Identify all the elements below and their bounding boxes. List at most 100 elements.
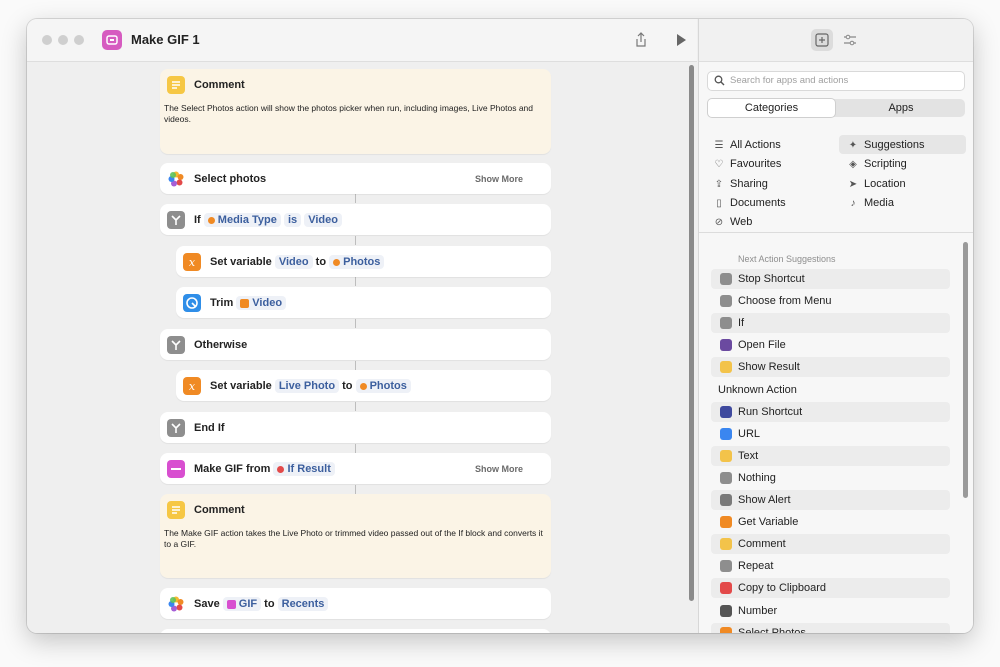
variable-name-token[interactable]: Video bbox=[274, 255, 313, 269]
category-label: Favourites bbox=[730, 158, 782, 170]
shortcut-icon[interactable] bbox=[102, 30, 122, 50]
list-icon: ☰ bbox=[714, 140, 724, 151]
category-web[interactable]: ⊘ Web bbox=[713, 216, 753, 228]
category-label: Scripting bbox=[864, 158, 907, 170]
category-scripting[interactable]: ◈ Scripting bbox=[847, 158, 907, 170]
share-icon[interactable] bbox=[631, 30, 651, 50]
comment-action[interactable]: Comment The Select Photos action will sh… bbox=[160, 69, 551, 154]
category-media[interactable]: ♪ Media bbox=[847, 197, 894, 209]
set-variable-action[interactable]: x Set variable Live Photo to Photos bbox=[176, 370, 551, 401]
show-more-button[interactable]: Show More bbox=[475, 464, 523, 474]
if-action[interactable]: If Media Type is Video bbox=[160, 204, 551, 235]
library-toggle-button[interactable] bbox=[811, 29, 833, 51]
category-label: Media bbox=[864, 197, 894, 209]
suggestion-item[interactable]: Copy to Clipboard bbox=[711, 578, 950, 598]
search-icon bbox=[714, 75, 725, 86]
condition-operator-token[interactable]: is bbox=[283, 213, 302, 227]
comment-icon bbox=[167, 76, 185, 94]
minimize-window-button[interactable] bbox=[58, 35, 68, 45]
suggestion-item[interactable]: Stop Shortcut bbox=[711, 269, 950, 289]
comment-text[interactable]: The Select Photos action will show the p… bbox=[164, 103, 545, 125]
suggestion-item[interactable]: Unknown Action bbox=[711, 380, 950, 400]
variable-icon bbox=[240, 298, 250, 308]
editor-pane: Make GIF 1 Comment The Select Photos act… bbox=[27, 19, 697, 633]
variable-name-token[interactable]: Live Photo bbox=[274, 379, 340, 393]
video-variable-token[interactable]: Video bbox=[236, 296, 287, 310]
heart-icon: ♡ bbox=[714, 159, 724, 170]
category-label: All Actions bbox=[730, 139, 781, 151]
select-photos-action[interactable]: Select photos Show More bbox=[160, 163, 551, 194]
run-play-icon[interactable] bbox=[671, 30, 691, 50]
photos-token-label: Photos bbox=[343, 256, 381, 268]
show-more-button[interactable]: Show More bbox=[475, 174, 523, 184]
suggestion-item[interactable]: Comment bbox=[711, 534, 950, 554]
trim-action[interactable]: Trim Video bbox=[176, 287, 551, 318]
zoom-window-button[interactable] bbox=[74, 35, 84, 45]
if-branch-icon bbox=[167, 419, 185, 437]
suggestion-label: Choose from Menu bbox=[738, 295, 832, 307]
album-token[interactable]: Recents bbox=[277, 597, 329, 611]
suggestion-item[interactable]: URL bbox=[711, 424, 950, 444]
next-action-card[interactable] bbox=[160, 629, 551, 633]
end-if-action[interactable]: End If bbox=[160, 412, 551, 443]
photos-token-label: Photos bbox=[369, 380, 407, 392]
comment-text[interactable]: The Make GIF action takes the Live Photo… bbox=[164, 528, 545, 550]
tab-categories[interactable]: Categories bbox=[708, 99, 835, 117]
suggestion-item[interactable]: If bbox=[711, 313, 950, 333]
connector bbox=[355, 361, 356, 370]
suggestion-item[interactable]: Get Variable bbox=[711, 512, 950, 532]
document-icon: ▯ bbox=[716, 198, 722, 209]
suggestion-item[interactable]: Choose from Menu bbox=[711, 291, 950, 311]
tab-apps[interactable]: Apps bbox=[837, 99, 965, 117]
category-favourites[interactable]: ♡ Favourites bbox=[713, 158, 782, 170]
close-window-button[interactable] bbox=[42, 35, 52, 45]
save-action[interactable]: Save GIF to Recents bbox=[160, 588, 551, 619]
photos-token[interactable]: Photos bbox=[355, 379, 411, 393]
editor-scrollbar-thumb[interactable] bbox=[689, 65, 694, 601]
set-variable-sentence: Set variable Video to Photos bbox=[210, 255, 385, 269]
compass-icon: ⊘ bbox=[714, 217, 724, 228]
suggestion-item[interactable]: Open File bbox=[711, 335, 950, 355]
action-canvas: Comment The Select Photos action will sh… bbox=[27, 62, 687, 633]
suggestion-item[interactable]: Repeat bbox=[711, 556, 950, 576]
connector bbox=[355, 402, 356, 411]
condition-value-token[interactable]: Video bbox=[304, 213, 342, 227]
library-scrollbar-thumb[interactable] bbox=[963, 242, 968, 498]
trim-keyword: Trim bbox=[210, 297, 234, 309]
action-library-pane: Search for apps and actions Categories A… bbox=[698, 19, 973, 633]
category-all-actions[interactable]: ☰ All Actions bbox=[713, 139, 781, 151]
set-variable-sentence: Set variable Live Photo to Photos bbox=[210, 379, 411, 393]
category-suggestions[interactable]: ✦ Suggestions bbox=[847, 139, 925, 151]
category-location[interactable]: ➤ Location bbox=[847, 178, 906, 190]
suggestion-item[interactable]: Run Shortcut bbox=[711, 402, 950, 422]
media-type-token[interactable]: Media Type bbox=[203, 213, 281, 227]
set-variable-action[interactable]: x Set variable Video to Photos bbox=[176, 246, 551, 277]
action-library-icon bbox=[815, 33, 829, 47]
if-branch-icon bbox=[167, 336, 185, 354]
gif-token-label: GIF bbox=[238, 598, 258, 610]
settings-sliders-icon[interactable] bbox=[841, 31, 859, 49]
category-sharing[interactable]: ⇪ Sharing bbox=[713, 178, 768, 190]
suggestion-item[interactable]: Select Photos bbox=[711, 623, 950, 633]
trim-sentence: Trim Video bbox=[210, 296, 287, 310]
gif-token[interactable]: GIF bbox=[222, 597, 262, 611]
if-result-icon bbox=[277, 465, 285, 473]
otherwise-action[interactable]: Otherwise bbox=[160, 329, 551, 360]
action-icon bbox=[720, 361, 732, 373]
search-input[interactable]: Search for apps and actions bbox=[707, 71, 965, 91]
category-documents[interactable]: ▯ Documents bbox=[713, 197, 786, 209]
suggestion-item[interactable]: Show Result bbox=[711, 357, 950, 377]
category-label: Documents bbox=[730, 197, 786, 209]
suggestion-item[interactable]: Text bbox=[711, 446, 950, 466]
trim-video-icon bbox=[183, 294, 201, 312]
suggestion-item[interactable]: Show Alert bbox=[711, 490, 950, 510]
suggestion-label: Comment bbox=[738, 538, 786, 550]
make-gif-action[interactable]: Make GIF from If Result Show More bbox=[160, 453, 551, 484]
comment-action[interactable]: Comment The Make GIF action takes the Li… bbox=[160, 494, 551, 578]
if-result-token[interactable]: If Result bbox=[273, 462, 335, 476]
photos-token[interactable]: Photos bbox=[329, 255, 385, 269]
suggestion-item[interactable]: Number bbox=[711, 601, 950, 621]
action-icon bbox=[720, 406, 732, 418]
suggestion-item[interactable]: Nothing bbox=[711, 468, 950, 488]
connector bbox=[355, 194, 356, 203]
